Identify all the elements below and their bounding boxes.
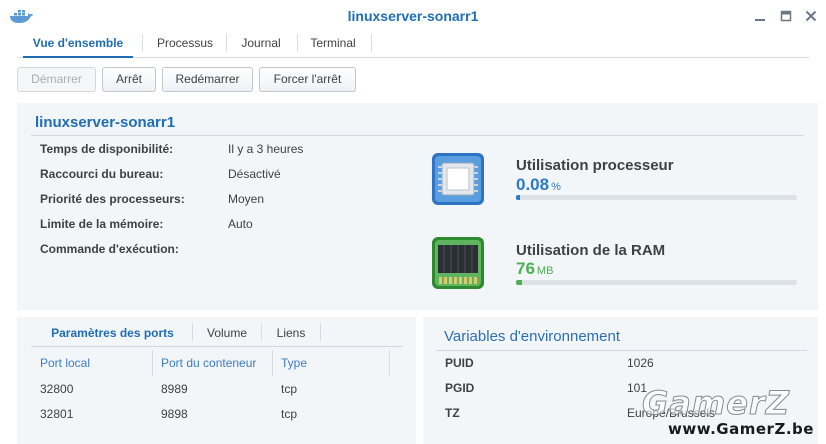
uptime-value: Il y a 3 heures [228,142,304,156]
tab-terminal[interactable]: Terminal [302,30,364,58]
window-titlebar: linuxserver-sonarr1 [0,0,826,30]
tab-port-settings[interactable]: Paramètres des ports [37,320,188,347]
start-button[interactable]: Démarrer [17,67,96,92]
stop-button[interactable]: Arrêt [102,67,156,92]
desktop-shortcut-label: Raccourci du bureau: [40,167,164,181]
cpu-usage-bar [516,195,797,200]
env-key: TZ [445,406,460,420]
tab-divider [320,323,321,341]
tab-volume[interactable]: Volume [197,320,257,347]
divider [31,135,804,136]
cpu-priority-value: Moyen [228,192,265,206]
column-divider [272,350,273,376]
minimize-icon[interactable] [752,8,768,24]
container-port-cell: 9898 [161,407,188,421]
tab-divider [261,323,262,341]
window-title: linuxserver-sonarr1 [347,8,479,24]
uptime-label: Temps de disponibilité: [40,142,174,156]
cpu-priority-label: Priorité des processeurs: [40,192,185,206]
container-name: linuxserver-sonarr1 [35,114,176,131]
tab-divider [192,323,193,341]
memory-limit-value: Auto [228,217,253,231]
ram-usage-value: 76 MB [516,259,554,278]
column-divider [152,350,153,376]
tab-divider [371,34,372,52]
main-tabs: Vue d'ensemble Processus Journal Termina… [17,30,809,58]
env-value: 1026 [627,356,654,370]
tab-log[interactable]: Journal [231,30,291,58]
force-stop-button[interactable]: Forcer l'arrêt [259,67,356,92]
tab-overview[interactable]: Vue d'ensemble [23,30,133,58]
watermark-logo: GamerZ [642,384,790,423]
column-divider [389,350,390,376]
local-port-cell: 32801 [40,407,74,421]
cpu-usage-bar-fill [516,195,521,200]
column-header-container-port[interactable]: Port du conteneur [161,356,256,370]
column-header-type[interactable]: Type [281,356,307,370]
tab-divider [297,34,298,52]
container-port-cell: 8989 [161,382,188,396]
type-cell: tcp [281,382,298,396]
env-key: PGID [445,381,475,395]
env-key: PUID [445,356,474,370]
ram-usage-bar [516,280,797,285]
tab-processes[interactable]: Processus [148,30,222,58]
close-icon[interactable] [803,8,819,24]
watermark-url: www.GamerZ.be [668,420,814,438]
cpu-usage-title: Utilisation processeur [516,157,674,174]
ram-usage-title: Utilisation de la RAM [516,242,666,259]
divider [436,350,807,351]
memory-limit-label: Limite de la mémoire: [40,217,164,231]
env-title: Variables d'environnement [444,328,621,345]
divider [31,346,403,347]
desktop-shortcut-value: Désactivé [228,167,281,181]
maximize-icon[interactable] [778,8,794,24]
ram-module-icon [432,237,484,289]
ram-usage-bar-fill [516,280,522,285]
local-port-cell: 32800 [40,382,74,396]
execution-command-label: Commande d'exécution: [40,242,179,256]
column-header-local-port[interactable]: Port local [40,356,90,370]
tab-divider [142,34,143,52]
tab-divider [226,34,227,52]
tab-links[interactable]: Liens [266,320,316,347]
cpu-usage-value: 0.08% [516,175,561,194]
type-cell: tcp [281,407,298,421]
cpu-chip-icon [432,153,484,205]
restart-button[interactable]: Redémarrer [162,67,253,92]
